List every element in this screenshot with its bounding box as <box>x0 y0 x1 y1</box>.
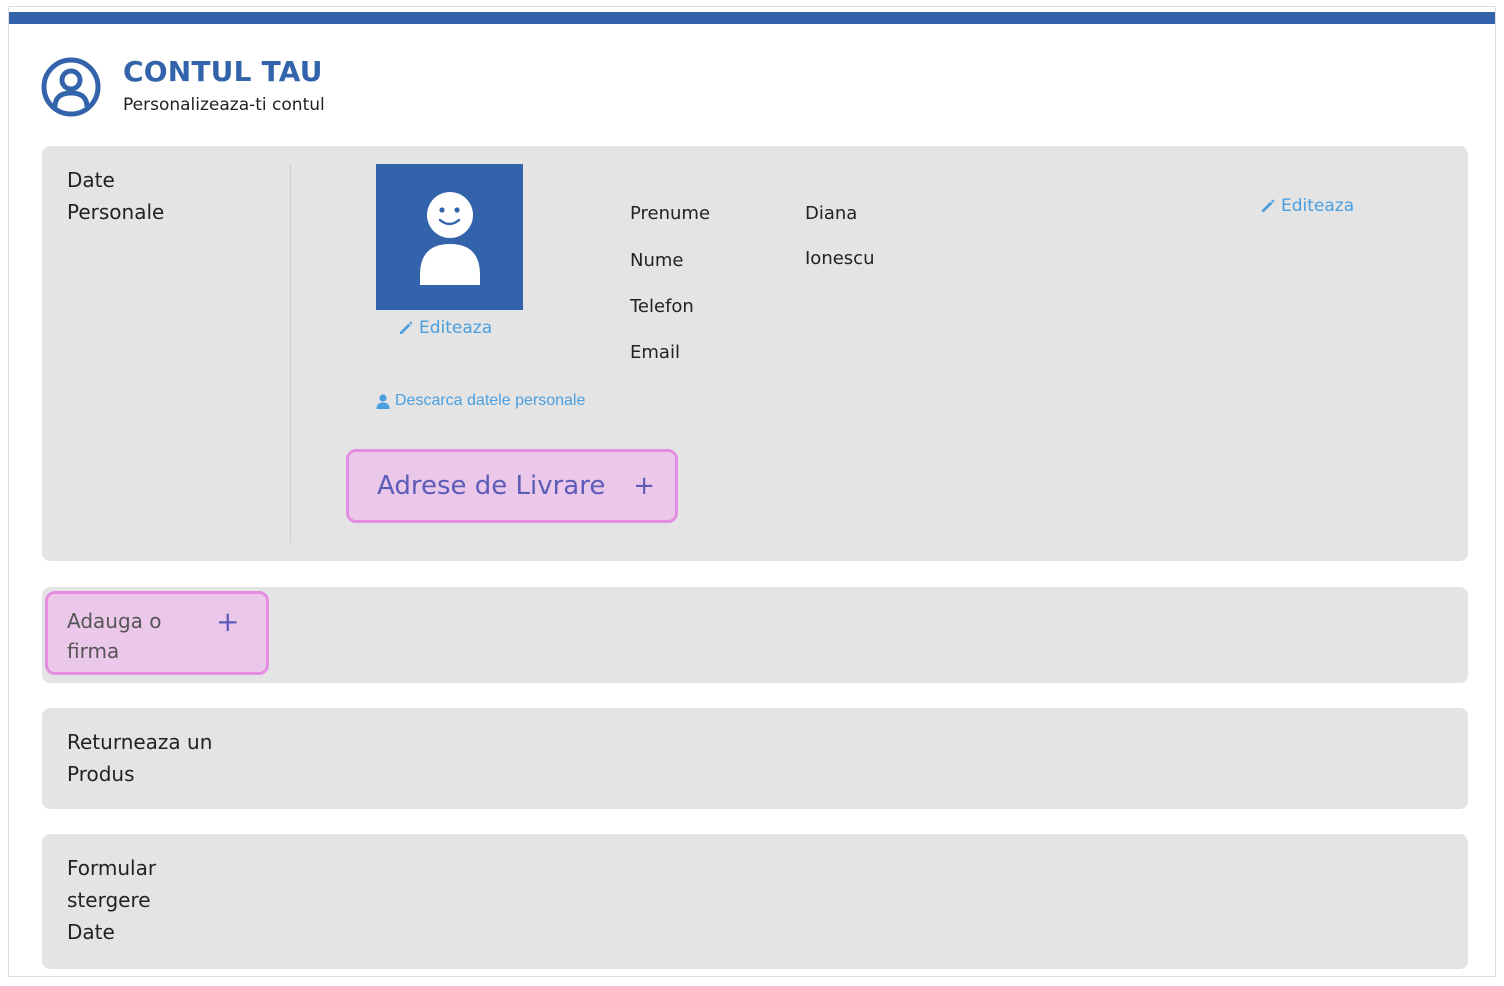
last-name-label: Nume <box>630 250 684 271</box>
pencil-icon <box>400 321 413 334</box>
first-name-label: Prenume <box>630 203 711 224</box>
avatar-edit-label: Editeaza <box>419 318 493 338</box>
page-title: CONTUL TAU <box>123 55 323 88</box>
edit-personal-data-label: Editeaza <box>1281 196 1355 216</box>
personal-data-panel: Date Personale Editeaza Descarca datele … <box>42 146 1468 561</box>
return-product-panel[interactable]: Returneaza un Produs <box>42 708 1468 809</box>
page-subtitle: Personalizeaza-ti contul <box>123 95 325 115</box>
first-name-value: Diana <box>805 203 858 224</box>
email-label: Email <box>630 342 680 363</box>
add-firm-label: Adauga o firma <box>67 609 162 663</box>
edit-personal-data-link[interactable]: Editeaza <box>1260 196 1354 216</box>
avatar-placeholder-icon <box>420 192 480 285</box>
plus-icon: + <box>216 605 240 638</box>
shipping-addresses-button[interactable]: Adrese de Livrare + <box>346 449 678 523</box>
delete-data-form-label: Formular stergere Date <box>67 856 157 944</box>
download-personal-data-label: Descarca datele personale <box>395 392 586 409</box>
delete-data-form-panel[interactable]: Formular stergere Date <box>42 834 1468 969</box>
avatar[interactable] <box>376 164 523 310</box>
avatar-edit-link[interactable]: Editeaza <box>398 318 492 338</box>
personal-data-label: Date Personale <box>67 168 165 224</box>
top-accent-bar <box>9 12 1495 24</box>
shipping-addresses-label: Adrese de Livrare <box>377 471 606 501</box>
user-icon <box>376 393 390 409</box>
plus-icon: + <box>633 471 655 501</box>
vertical-divider <box>290 164 291 542</box>
add-firm-button[interactable]: Adauga o firma + <box>45 591 269 675</box>
phone-label: Telefon <box>630 296 694 317</box>
download-personal-data-link[interactable]: Descarca datele personale <box>376 392 585 410</box>
account-page: CONTUL TAU Personalizeaza-ti contul Date… <box>8 6 1496 977</box>
pencil-icon <box>1262 199 1275 212</box>
user-circle-icon <box>41 57 101 117</box>
add-firm-panel: Adauga o firma + <box>42 587 1468 683</box>
last-name-value: Ionescu <box>805 248 875 269</box>
return-product-label: Returneaza un Produs <box>67 730 213 786</box>
